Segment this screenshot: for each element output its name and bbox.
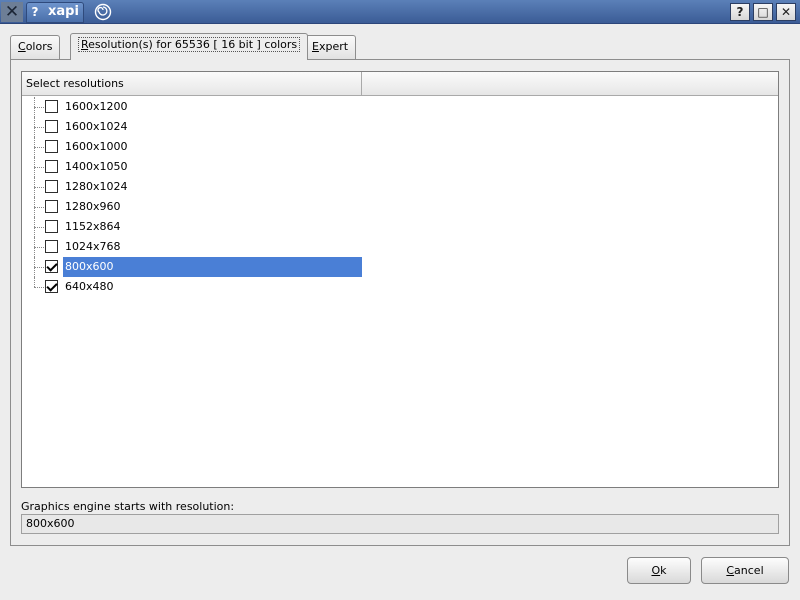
resolution-checkbox[interactable]	[45, 140, 58, 153]
resolution-checkbox[interactable]	[45, 260, 58, 273]
engine-resolution-label: Graphics engine starts with resolution:	[21, 500, 235, 513]
tree-branch-line	[34, 107, 44, 108]
resolution-checkbox[interactable]	[45, 280, 58, 293]
tree-branch-line	[34, 277, 35, 287]
window-title: xapi	[48, 4, 79, 19]
tree-branch-line	[34, 267, 44, 268]
resolution-checkbox[interactable]	[45, 160, 58, 173]
tab-colors-label: olors	[25, 40, 53, 53]
resolution-label: 640x480	[65, 280, 114, 293]
tab-resolutions-label: esolution(s) for 65536 [ 16 bit ] colors	[88, 38, 298, 51]
help-icon[interactable]: ?	[25, 3, 45, 21]
help-button[interactable]: ?	[730, 3, 750, 21]
app-logo-icon	[94, 3, 112, 21]
tree-branch-line	[34, 287, 44, 288]
tree-branch-line	[34, 127, 44, 128]
list-item[interactable]: 1600x1000	[22, 137, 778, 157]
tree-branch-line	[34, 207, 44, 208]
close-button[interactable]: ✕	[776, 3, 796, 21]
engine-resolution-field: 800x600	[21, 514, 779, 534]
list-item[interactable]: 1400x1050	[22, 157, 778, 177]
resolution-checkbox[interactable]	[45, 240, 58, 253]
tab-resolutions[interactable]: Resolution(s) for 65536 [ 16 bit ] color…	[70, 33, 309, 60]
resolution-checkbox[interactable]	[45, 180, 58, 193]
resolution-label: 1600x1024	[65, 120, 128, 133]
resolution-list[interactable]: Select resolutions 1600x1200 1600x1024 160…	[21, 71, 779, 488]
list-rows: 1600x1200 1600x1024 1600x1000 1400x1050 1280…	[22, 97, 778, 297]
cancel-label: ancel	[734, 564, 764, 577]
ok-label: k	[660, 564, 667, 577]
list-item[interactable]: 1600x1024	[22, 117, 778, 137]
resolution-checkbox[interactable]	[45, 100, 58, 113]
tab-colors[interactable]: Colors	[10, 35, 61, 59]
resolution-label: 800x600	[63, 257, 362, 277]
tree-branch-line	[34, 167, 44, 168]
resolution-checkbox[interactable]	[45, 120, 58, 133]
list-item[interactable]: 1024x768	[22, 237, 778, 257]
tree-branch-line	[34, 247, 44, 248]
list-item[interactable]: 640x480	[22, 277, 778, 297]
tab-expert[interactable]: Expert	[304, 35, 357, 59]
column-header-select-resolutions[interactable]: Select resolutions	[22, 72, 362, 95]
resolution-label: 1280x1024	[65, 180, 128, 193]
list-header: Select resolutions	[22, 72, 778, 96]
list-item[interactable]: 1600x1200	[22, 97, 778, 117]
tree-branch-line	[34, 187, 44, 188]
title-bar[interactable]: ✕ ? xapi ? □ ✕	[0, 0, 800, 24]
resolution-label: 1280x960	[65, 200, 121, 213]
maximize-button[interactable]: □	[753, 3, 773, 21]
tree-branch-line	[34, 147, 44, 148]
tab-resolutions-focus: Resolution(s) for 65536 [ 16 bit ] color…	[78, 37, 301, 52]
resolution-label: 1152x864	[65, 220, 121, 233]
ok-button[interactable]: Ok	[627, 557, 691, 584]
resolution-label: 1024x768	[65, 240, 121, 253]
resolution-checkbox[interactable]	[45, 200, 58, 213]
ok-mnemonic: O	[651, 564, 661, 577]
list-item[interactable]: 1152x864	[22, 217, 778, 237]
resolution-checkbox[interactable]	[45, 220, 58, 233]
resolution-label: 1600x1200	[65, 100, 128, 113]
resolution-label: 1600x1000	[65, 140, 128, 153]
list-item[interactable]: 1280x960	[22, 197, 778, 217]
cancel-mnemonic: C	[726, 564, 735, 577]
tree-branch-line	[34, 227, 44, 228]
list-item[interactable]: 1280x1024	[22, 177, 778, 197]
window-menu-icon[interactable]: ✕	[1, 2, 23, 22]
tab-expert-label: xpert	[318, 40, 349, 53]
cancel-button[interactable]: Cancel	[701, 557, 789, 584]
list-item[interactable]: 800x600	[22, 257, 778, 277]
resolution-label: 1400x1050	[65, 160, 128, 173]
tab-expert-mnemonic: E	[312, 40, 319, 53]
tab-colors-mnemonic: C	[18, 40, 26, 53]
